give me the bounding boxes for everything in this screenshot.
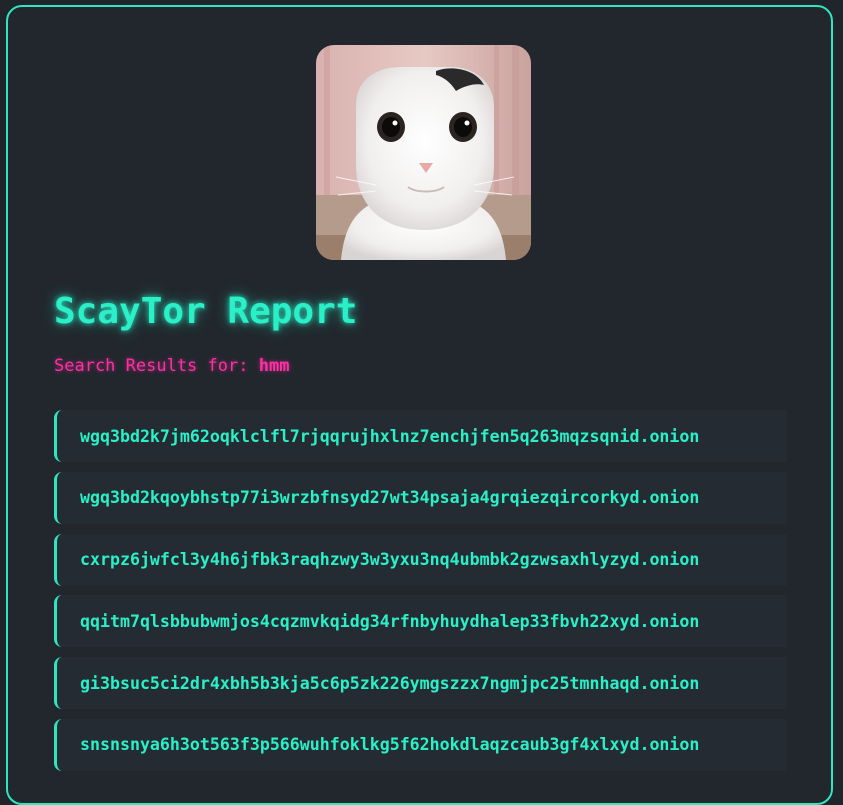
results-list: wgq3bd2k7jm62oqklclfl7rjqqrujhxlnz7enchj… bbox=[54, 410, 787, 781]
search-results-heading: Search Results for: hmm bbox=[54, 356, 289, 376]
onion-result-link[interactable]: gi3bsuc5ci2dr4xbh5b3kja5c6p5zk226ymgszzx… bbox=[54, 657, 787, 710]
report-container: ScayTor Report Search Results for: hmm w… bbox=[6, 5, 833, 805]
cat-avatar-image bbox=[316, 45, 531, 260]
onion-result-link[interactable]: snsnsnya6h3ot563f3p566wuhfoklkg5f62hokdl… bbox=[54, 718, 787, 771]
onion-result-link[interactable]: qqitm7qlsbbubwmjos4cqzmvkqidg34rfnbyhuyd… bbox=[54, 595, 787, 648]
search-results-label: Search Results for: bbox=[54, 356, 249, 376]
search-query: hmm bbox=[258, 356, 290, 376]
onion-result-link[interactable]: wgq3bd2kqoybhstp77i3wrzbfnsyd27wt34psaja… bbox=[54, 471, 787, 524]
page-title: ScayTor Report bbox=[54, 291, 358, 332]
onion-result-link[interactable]: cxrpz6jwfcl3y4h6jfbk3raqhzwy3w3yxu3nq4ub… bbox=[54, 533, 787, 586]
onion-result-link[interactable]: wgq3bd2k7jm62oqklclfl7rjqqrujhxlnz7enchj… bbox=[54, 410, 787, 462]
